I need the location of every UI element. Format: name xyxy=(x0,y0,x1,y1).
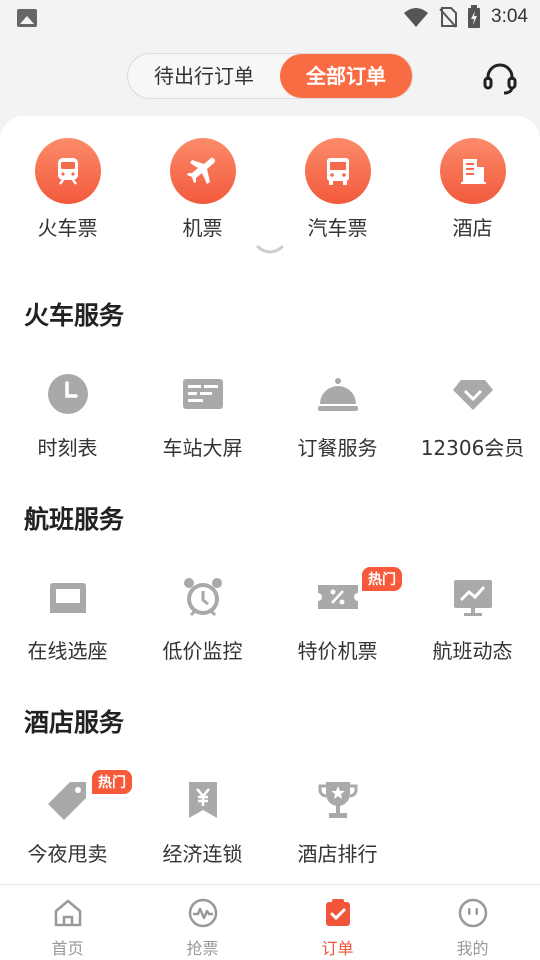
service-label: 特价机票 xyxy=(297,639,378,663)
hot-badge: 热门 xyxy=(362,567,402,591)
profile-icon xyxy=(458,898,487,928)
bottom-nav: 首页 抢票 订单 我的 xyxy=(0,884,540,960)
hotel-icon xyxy=(439,138,506,204)
section-title-train: 火车服务 xyxy=(24,301,125,330)
yen-icon xyxy=(179,776,227,824)
status-icons: 3:04 xyxy=(403,5,528,29)
service-flight-status[interactable]: 航班动态 xyxy=(405,573,540,664)
service-station-board[interactable]: 车站大屏 xyxy=(135,370,270,461)
category-label: 火车票 xyxy=(37,216,98,240)
hot-badge: 热门 xyxy=(92,770,132,794)
service-seat-selection[interactable]: 在线选座 xyxy=(0,573,135,664)
category-label: 机票 xyxy=(182,216,223,240)
board-icon xyxy=(179,370,227,418)
hotel-services-row: 今夜甩卖 热门 经济连锁 酒店排行 xyxy=(0,770,540,867)
no-sim-icon xyxy=(439,7,458,28)
service-tonight-sale[interactable]: 今夜甩卖 热门 xyxy=(0,770,135,867)
service-timetable[interactable]: 时刻表 xyxy=(0,370,135,461)
wifi-icon xyxy=(404,8,429,27)
tab-all-orders[interactable]: 全部订单 xyxy=(280,54,412,98)
alarm-icon xyxy=(179,573,227,621)
main-card: 火车票 机票 汽车票 酒店 火车服务 时刻表 车站大屏 订餐服务 12306会员… xyxy=(0,116,540,886)
battery-icon xyxy=(468,5,481,28)
service-price-monitor[interactable]: 低价监控 xyxy=(135,573,270,664)
nav-home[interactable]: 首页 xyxy=(0,885,135,960)
pulse-icon xyxy=(188,898,217,928)
category-hotel[interactable]: 酒店 xyxy=(405,138,540,241)
section-title-hotel: 酒店服务 xyxy=(24,708,125,737)
cloche-icon xyxy=(314,370,362,418)
category-label: 汽车票 xyxy=(307,216,368,240)
service-label: 车站大屏 xyxy=(162,436,243,460)
flight-services-row: 在线选座 低价监控 特价机票 热门 航班动态 xyxy=(0,567,540,664)
home-icon xyxy=(54,899,81,927)
service-label: 酒店排行 xyxy=(297,842,378,866)
service-meal-order[interactable]: 订餐服务 xyxy=(270,370,405,461)
category-row: 火车票 机票 汽车票 酒店 xyxy=(0,138,540,241)
service-hotel-ranking[interactable]: 酒店排行 xyxy=(270,776,405,867)
order-icon xyxy=(325,899,350,926)
airplane-icon xyxy=(169,138,236,204)
nav-label: 我的 xyxy=(456,939,489,958)
category-train[interactable]: 火车票 xyxy=(0,138,135,241)
clock-time: 3:04 xyxy=(491,6,528,27)
service-budget-chain[interactable]: 经济连锁 xyxy=(135,776,270,867)
nav-label: 抢票 xyxy=(186,939,219,958)
category-flight[interactable]: 机票 xyxy=(135,138,270,241)
section-title-flight: 航班服务 xyxy=(24,505,125,534)
clock-icon xyxy=(44,370,92,418)
nav-grab-tickets[interactable]: 抢票 xyxy=(135,885,270,960)
gallery-icon xyxy=(17,9,37,27)
seat-icon xyxy=(44,573,92,621)
trophy-icon xyxy=(314,776,362,824)
service-label: 在线选座 xyxy=(27,639,108,663)
nav-label: 首页 xyxy=(51,939,84,958)
service-special-flights[interactable]: 特价机票 热门 xyxy=(270,567,405,664)
order-tabs: 待出行订单 全部订单 xyxy=(127,53,413,99)
nav-label: 订单 xyxy=(321,939,354,958)
tab-upcoming-orders[interactable]: 待出行订单 xyxy=(128,54,280,98)
tag-icon xyxy=(44,776,92,824)
nav-profile[interactable]: 我的 xyxy=(405,885,540,960)
bus-icon xyxy=(304,138,371,204)
status-bar: 3:04 xyxy=(0,0,540,36)
service-label: 低价监控 xyxy=(162,639,243,663)
category-bus[interactable]: 汽车票 xyxy=(270,138,405,241)
category-label: 酒店 xyxy=(452,216,493,240)
service-label: 时刻表 xyxy=(37,436,98,460)
service-label: 今夜甩卖 xyxy=(27,842,108,866)
service-label: 航班动态 xyxy=(432,639,513,663)
chart-icon xyxy=(449,573,497,621)
service-membership[interactable]: 12306会员 xyxy=(405,370,540,461)
service-label: 12306会员 xyxy=(420,436,525,460)
diamond-icon xyxy=(449,370,497,418)
service-label: 订餐服务 xyxy=(297,436,378,460)
train-services-row: 时刻表 车站大屏 订餐服务 12306会员 xyxy=(0,370,540,461)
headset-icon[interactable] xyxy=(482,60,518,96)
coupon-icon xyxy=(314,573,362,621)
nav-orders[interactable]: 订单 xyxy=(270,885,405,960)
train-icon xyxy=(34,138,101,204)
chevron-down-icon[interactable] xyxy=(256,244,284,258)
service-label: 经济连锁 xyxy=(162,842,243,866)
